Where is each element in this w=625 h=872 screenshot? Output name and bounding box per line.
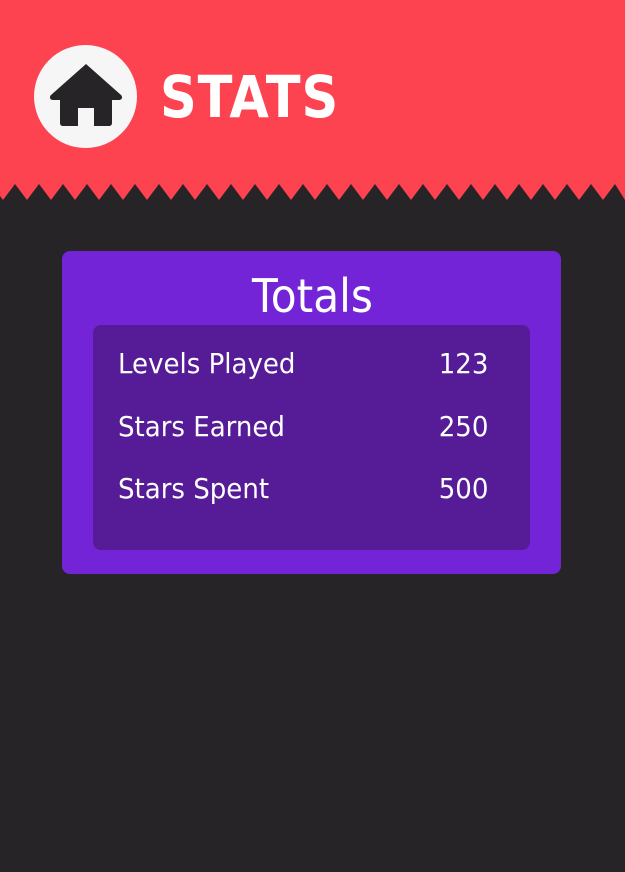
stat-label: Stars Spent	[118, 472, 270, 505]
page-title: STATS	[160, 63, 340, 131]
stat-value: 250	[438, 410, 488, 443]
totals-title: Totals	[252, 269, 373, 323]
stat-label: Stars Earned	[118, 410, 285, 443]
header-banner: STATS	[0, 0, 625, 210]
stat-row-stars-earned: Stars Earned 250	[118, 407, 488, 447]
home-button[interactable]	[34, 45, 137, 148]
stat-value: 500	[438, 472, 488, 505]
stat-label: Levels Played	[118, 347, 296, 380]
home-icon	[48, 62, 124, 132]
stat-row-stars-spent: Stars Spent 500	[118, 469, 488, 509]
stat-row-levels-played: Levels Played 123	[118, 344, 488, 384]
stat-value: 123	[438, 347, 488, 380]
